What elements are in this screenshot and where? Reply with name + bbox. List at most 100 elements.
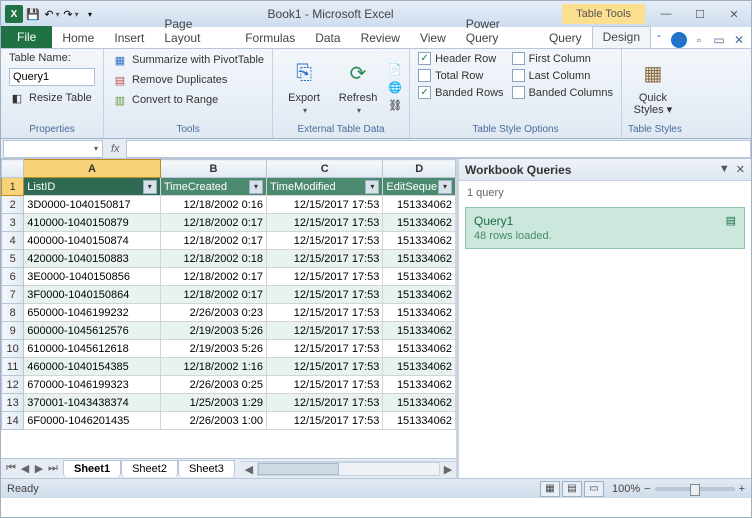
resize-table-button[interactable]: ◧Resize Table: [7, 89, 97, 107]
redo-icon[interactable]: ↷▾: [62, 5, 80, 23]
quick-styles-button[interactable]: ▦QuickStyles ▾: [628, 51, 678, 123]
window-close-icon[interactable]: ✕: [731, 32, 747, 48]
row-header[interactable]: 13: [2, 394, 24, 412]
hscroll-thumb[interactable]: [258, 463, 340, 475]
col-header[interactable]: C: [267, 160, 383, 178]
table-header-cell[interactable]: TimeCreated▾: [160, 178, 266, 196]
table-header-cell[interactable]: TimeModified▾: [267, 178, 383, 196]
tab-formulas[interactable]: Formulas: [235, 28, 305, 48]
cell[interactable]: 12/15/2017 17:53: [267, 232, 383, 250]
zoom-in-button[interactable]: +: [739, 483, 745, 495]
cell[interactable]: 151334062: [383, 250, 456, 268]
formula-input[interactable]: [126, 140, 751, 158]
query-card[interactable]: Query1 48 rows loaded. ▤: [465, 207, 745, 249]
first-column-checkbox[interactable]: First Column: [510, 51, 615, 66]
remove-duplicates-button[interactable]: ▤Remove Duplicates: [110, 71, 266, 89]
cell[interactable]: 12/18/2002 1:16: [160, 358, 266, 376]
cell[interactable]: 600000-1045612576: [24, 322, 161, 340]
tab-data[interactable]: Data: [305, 28, 350, 48]
tab-nav-last[interactable]: ⏭: [47, 462, 59, 475]
tab-view[interactable]: View: [410, 28, 456, 48]
zoom-slider[interactable]: [655, 487, 735, 491]
cell[interactable]: 670000-1046199323: [24, 376, 161, 394]
tab-insert[interactable]: Insert: [104, 28, 154, 48]
header-row-checkbox[interactable]: ✓Header Row: [416, 51, 506, 66]
cell[interactable]: 151334062: [383, 340, 456, 358]
cell[interactable]: 151334062: [383, 412, 456, 430]
cell[interactable]: 420000-1040150883: [24, 250, 161, 268]
cell[interactable]: 2/26/2003 0:25: [160, 376, 266, 394]
maximize-button[interactable]: ☐: [687, 5, 713, 23]
window-min-icon[interactable]: ▭: [711, 32, 727, 48]
row-header[interactable]: 1: [2, 178, 24, 196]
minimize-ribbon-icon[interactable]: ˆ: [651, 32, 667, 48]
cell[interactable]: 12/18/2002 0:17: [160, 214, 266, 232]
col-header[interactable]: B: [160, 160, 266, 178]
cell[interactable]: 12/15/2017 17:53: [267, 304, 383, 322]
row-header[interactable]: 5: [2, 250, 24, 268]
refresh-button[interactable]: ⟳Refresh▾: [333, 51, 383, 123]
tab-design[interactable]: Design: [592, 26, 651, 48]
hscroll-left[interactable]: ◀: [241, 463, 257, 476]
cell[interactable]: 12/15/2017 17:53: [267, 358, 383, 376]
zoom-out-button[interactable]: −: [644, 483, 650, 495]
row-header[interactable]: 6: [2, 268, 24, 286]
cell[interactable]: 2/26/2003 0:23: [160, 304, 266, 322]
row-header[interactable]: 8: [2, 304, 24, 322]
col-header[interactable]: A: [24, 160, 161, 178]
tab-power-query[interactable]: Power Query: [456, 14, 539, 48]
browser-icon[interactable]: 🌐: [387, 79, 403, 95]
cell[interactable]: 410000-1040150879: [24, 214, 161, 232]
tab-home[interactable]: Home: [52, 28, 104, 48]
cell[interactable]: 12/18/2002 0:17: [160, 268, 266, 286]
cell[interactable]: 650000-1046199232: [24, 304, 161, 322]
view-pagebreak-button[interactable]: ▭: [584, 481, 604, 497]
qat-customize-icon[interactable]: ▾: [81, 5, 99, 23]
sheet-tab[interactable]: Sheet2: [121, 460, 178, 477]
banded-columns-checkbox[interactable]: Banded Columns: [510, 85, 615, 100]
cell[interactable]: 151334062: [383, 376, 456, 394]
table-header-cell[interactable]: ListID▾: [24, 178, 161, 196]
cell[interactable]: 12/15/2017 17:53: [267, 394, 383, 412]
export-button[interactable]: ⎘Export▾: [279, 51, 329, 123]
spreadsheet-grid[interactable]: ABCD 1ListID▾TimeCreated▾TimeModified▾Edi…: [1, 159, 456, 458]
cell[interactable]: 2/19/2003 5:26: [160, 322, 266, 340]
col-header[interactable]: D: [383, 160, 456, 178]
row-header[interactable]: 14: [2, 412, 24, 430]
cell[interactable]: 12/18/2002 0:18: [160, 250, 266, 268]
properties-icon[interactable]: 📄: [387, 61, 403, 77]
cell[interactable]: 12/18/2002 0:16: [160, 196, 266, 214]
cell[interactable]: 3F0000-1040150864: [24, 286, 161, 304]
tablename-input[interactable]: [9, 68, 95, 86]
cell[interactable]: 12/15/2017 17:53: [267, 340, 383, 358]
row-header[interactable]: 9: [2, 322, 24, 340]
row-header[interactable]: 12: [2, 376, 24, 394]
row-header[interactable]: 4: [2, 232, 24, 250]
table-header-cell[interactable]: EditSeque▾: [383, 178, 456, 196]
sheet-tab[interactable]: Sheet3: [178, 460, 235, 477]
tab-review[interactable]: Review: [351, 28, 410, 48]
pivot-button[interactable]: ▦Summarize with PivotTable: [110, 51, 266, 69]
excel-icon[interactable]: X: [5, 5, 23, 23]
total-row-checkbox[interactable]: Total Row: [416, 68, 506, 83]
cell[interactable]: 151334062: [383, 304, 456, 322]
filter-icon[interactable]: ▾: [365, 180, 379, 194]
filter-icon[interactable]: ▾: [143, 180, 157, 194]
hscroll-track[interactable]: [257, 462, 440, 476]
cell[interactable]: 460000-1040154385: [24, 358, 161, 376]
row-header[interactable]: 2: [2, 196, 24, 214]
filter-icon[interactable]: ▾: [249, 180, 263, 194]
cell[interactable]: 1/25/2003 1:29: [160, 394, 266, 412]
row-header[interactable]: 10: [2, 340, 24, 358]
select-all-cell[interactable]: [2, 160, 24, 178]
filter-icon[interactable]: ▾: [438, 180, 452, 194]
view-normal-button[interactable]: ▦: [540, 481, 560, 497]
row-header[interactable]: 11: [2, 358, 24, 376]
cell[interactable]: 2/26/2003 1:00: [160, 412, 266, 430]
pane-close-icon[interactable]: ✕: [736, 163, 745, 176]
cell[interactable]: 151334062: [383, 322, 456, 340]
tab-nav-prev[interactable]: ◀: [19, 462, 31, 475]
cell[interactable]: 3E0000-1040150856: [24, 268, 161, 286]
cell[interactable]: 151334062: [383, 286, 456, 304]
cell[interactable]: 12/18/2002 0:17: [160, 286, 266, 304]
